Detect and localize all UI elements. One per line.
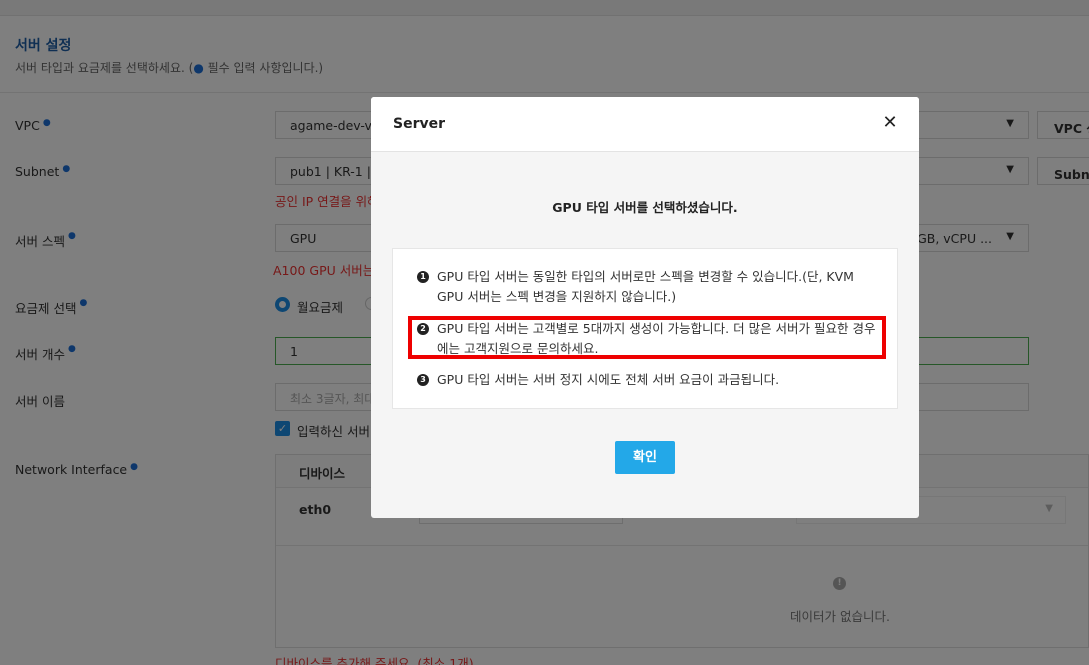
server-dialog: Server ✕ GPU 타입 서버를 선택하셨습니다. 1 GPU 타입 서버… [371,97,919,518]
notice-text: GPU 타입 서버는 동일한 타입의 서버로만 스펙을 변경할 수 있습니다.(… [437,269,854,304]
notice-box: 1 GPU 타입 서버는 동일한 타입의 서버로만 스펙을 변경할 수 있습니다… [392,248,898,409]
close-icon[interactable]: ✕ [881,114,899,132]
notice-text: GPU 타입 서버는 서버 정지 시에도 전체 서버 요금이 과금됩니다. [437,372,780,387]
dialog-header: Server ✕ [371,97,919,152]
notice-item: 3 GPU 타입 서버는 서버 정지 시에도 전체 서버 요금이 과금됩니다. [417,370,877,390]
notice-item: 1 GPU 타입 서버는 동일한 타입의 서버로만 스펙을 변경할 수 있습니다… [417,267,877,307]
highlight-box [408,316,886,359]
dialog-message: GPU 타입 서버를 선택하셨습니다. [552,200,738,215]
dialog-title: Server [393,116,446,132]
number-1-icon: 1 [417,271,429,283]
number-3-icon: 3 [417,374,429,386]
confirm-button[interactable]: 확인 [615,441,675,474]
